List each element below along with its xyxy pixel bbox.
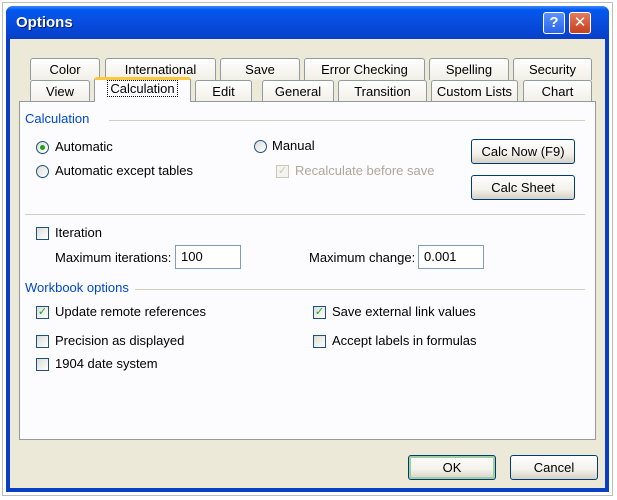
max-change-input[interactable]: 0.001 <box>418 245 484 269</box>
tab-view[interactable]: View <box>30 80 90 102</box>
help-icon: ? <box>549 14 559 31</box>
accept-labels-in-formulas-label: Accept labels in formulas <box>332 333 477 348</box>
automatic-label: Automatic <box>55 139 113 154</box>
recalculate-before-save-checkbox[interactable]: ✓ <box>276 165 289 178</box>
precision-as-displayed-label: Precision as displayed <box>55 333 185 348</box>
max-iterations-label: Maximum iterations: <box>55 250 172 265</box>
precision-as-displayed-checkbox[interactable] <box>36 335 49 348</box>
iteration-label: Iteration <box>55 225 102 240</box>
manual-label: Manual <box>272 138 315 153</box>
workbook-options-divider <box>135 289 585 290</box>
title-bar[interactable]: Options ? ✕ <box>6 6 609 39</box>
cancel-button[interactable]: Cancel <box>510 455 598 480</box>
tab-custom-lists[interactable]: Custom Lists <box>431 80 518 102</box>
calc-sheet-button[interactable]: Calc Sheet <box>471 175 575 200</box>
calc-now-button[interactable]: Calc Now (F9) <box>471 139 575 164</box>
date-1904-label: 1904 date system <box>55 356 158 371</box>
tab-save[interactable]: Save <box>220 58 300 80</box>
date-1904-checkbox[interactable] <box>36 358 49 371</box>
iteration-checkbox[interactable] <box>36 227 49 240</box>
manual-radio[interactable] <box>254 140 267 153</box>
dialog-title: Options <box>16 14 73 31</box>
update-remote-references-checkbox[interactable]: ✓ <box>36 306 49 319</box>
ok-button[interactable]: OK <box>408 455 496 480</box>
help-button[interactable]: ? <box>543 12 565 34</box>
calculation-panel: Calculation Automatic Automatic except t… <box>19 101 596 440</box>
close-button[interactable]: ✕ <box>569 12 591 34</box>
max-iterations-input[interactable]: 100 <box>175 245 241 269</box>
tab-calculation[interactable]: Calculation <box>94 77 191 102</box>
update-remote-references-label: Update remote references <box>55 304 207 319</box>
recalculate-before-save-label: Recalculate before save <box>295 163 435 178</box>
tab-color[interactable]: Color <box>30 58 100 80</box>
options-dialog: Options ? ✕ Color International Save Err… <box>6 6 609 492</box>
dialog-client-area: Color International Save Error Checking … <box>10 39 605 488</box>
automatic-except-tables-label: Automatic except tables <box>55 163 194 178</box>
close-icon: ✕ <box>573 14 587 31</box>
tab-chart[interactable]: Chart <box>523 80 592 102</box>
save-external-link-values-checkbox[interactable]: ✓ <box>313 306 326 319</box>
tab-spelling[interactable]: Spelling <box>429 58 509 80</box>
save-external-link-values-label: Save external link values <box>332 304 476 319</box>
tab-general[interactable]: General <box>262 80 334 102</box>
calculation-group-label: Calculation <box>25 111 90 126</box>
iteration-divider <box>25 214 585 215</box>
max-change-label: Maximum change: <box>309 250 416 265</box>
tab-transition[interactable]: Transition <box>338 80 427 102</box>
automatic-except-tables-radio[interactable] <box>36 165 49 178</box>
tab-calculation-label: Calculation <box>107 80 178 97</box>
workbook-options-group-label: Workbook options <box>25 280 129 295</box>
tab-security[interactable]: Security <box>513 58 592 80</box>
accept-labels-in-formulas-checkbox[interactable] <box>313 335 326 348</box>
automatic-radio[interactable] <box>36 141 49 154</box>
calculation-group-divider <box>109 120 585 121</box>
tab-edit[interactable]: Edit <box>195 80 252 102</box>
tab-error-checking[interactable]: Error Checking <box>304 58 425 80</box>
